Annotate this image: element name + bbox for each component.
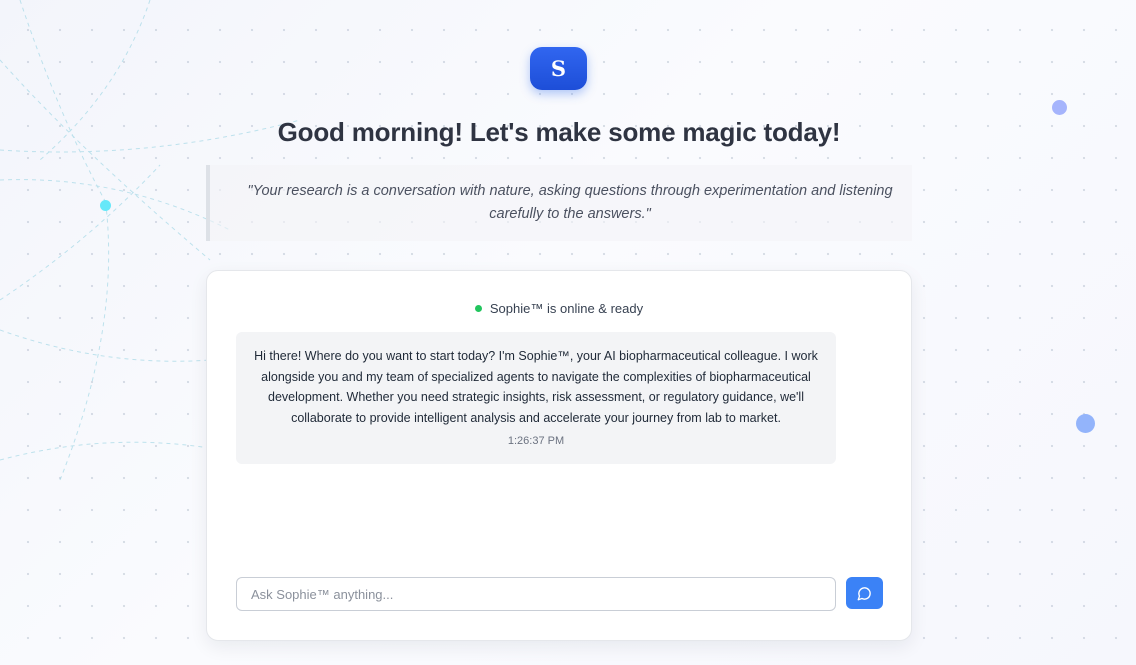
- logo-letter: S: [550, 56, 567, 81]
- online-indicator-dot: [474, 305, 482, 312]
- decorative-orb: [1052, 100, 1067, 115]
- greeting-heading: Good morning! Let's make some magic toda…: [277, 117, 841, 147]
- inspirational-quote: "Your research is a conversation with na…: [206, 165, 912, 241]
- decorative-orb: [100, 200, 111, 211]
- sophie-logo: S: [530, 47, 587, 90]
- send-button[interactable]: [846, 577, 883, 609]
- message-circle-icon: [857, 586, 871, 600]
- assistant-message: Hi there! Where do you want to start tod…: [236, 332, 836, 464]
- online-status: Sophie™ is online & ready: [207, 301, 911, 316]
- message-timestamp: 1:26:37 PM: [507, 434, 565, 447]
- chat-panel: Sophie™ is online & ready Hi there! Wher…: [206, 270, 912, 641]
- decorative-orb: [1076, 414, 1095, 433]
- composer: [236, 577, 883, 611]
- message-text: Hi there! Where do you want to start tod…: [254, 349, 818, 426]
- ask-input[interactable]: [236, 577, 836, 611]
- status-text: Sophie™ is online & ready: [489, 301, 644, 316]
- quote-text: "Your research is a conversation with na…: [247, 183, 893, 222]
